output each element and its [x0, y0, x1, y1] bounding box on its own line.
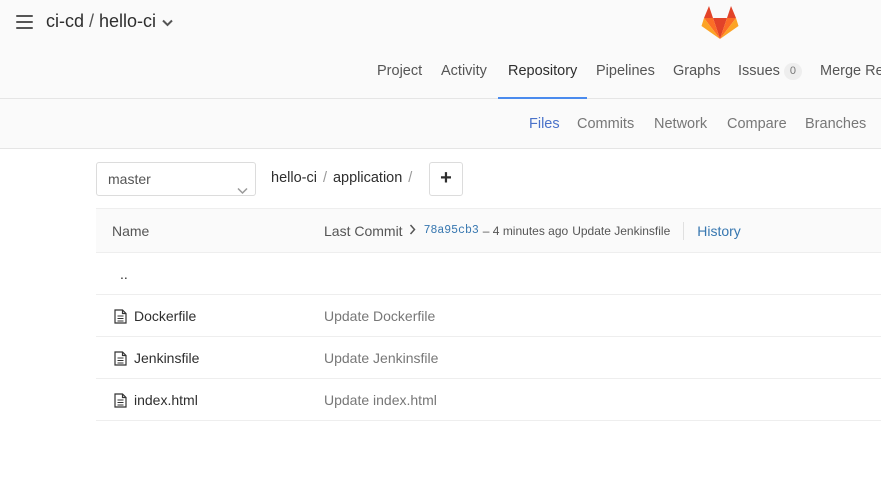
project-nav: Project Activity Repository Pipelines Gr… — [0, 48, 881, 99]
nav-repository[interactable]: Repository — [498, 48, 588, 99]
group-name[interactable]: ci-cd — [46, 11, 84, 32]
last-commit-header: Last Commit 78a95cb3 – 4 minutes ago Upd… — [324, 209, 741, 253]
file-path-breadcrumb: hello-ci / application / — [271, 170, 418, 186]
nav-activity[interactable]: Activity — [441, 48, 487, 99]
top-header: ci-cd / hello-ci Project Activity Reposi… — [0, 0, 881, 99]
plus-icon: + — [440, 167, 452, 189]
commit-message-link[interactable]: Update Jenkinsfile — [572, 209, 670, 253]
file-name: Dockerfile — [134, 308, 197, 324]
branch-select-value: master — [108, 171, 151, 187]
file-name: index.html — [134, 392, 198, 408]
file-commit-message[interactable]: Update Dockerfile — [324, 295, 435, 337]
subnav-network[interactable]: Network — [654, 99, 707, 149]
file-icon — [114, 392, 127, 408]
subnav-branches[interactable]: Branches — [805, 99, 866, 149]
divider — [683, 222, 685, 240]
file-commit-message[interactable]: Update Jenkinsfile — [324, 337, 438, 379]
commit-time: – 4 minutes ago — [482, 224, 569, 238]
table-row[interactable]: Jenkinsfile Update Jenkinsfile — [96, 337, 881, 379]
project-breadcrumb[interactable]: ci-cd / hello-ci — [46, 11, 173, 32]
chevron-right-icon — [409, 209, 416, 253]
path-dir-link[interactable]: application — [333, 170, 402, 186]
file-icon — [114, 350, 127, 366]
file-link[interactable]: Jenkinsfile — [114, 337, 199, 379]
chevron-down-icon[interactable] — [162, 16, 173, 30]
repository-subnav: Files Commits Network Compare Branches — [0, 99, 881, 149]
gitlab-logo-icon[interactable] — [701, 4, 739, 40]
breadcrumb-separator: / — [89, 11, 95, 31]
parent-directory-link[interactable]: .. — [120, 253, 128, 295]
file-commit-message[interactable]: Update index.html — [324, 379, 437, 421]
file-icon — [114, 308, 127, 324]
subnav-commits[interactable]: Commits — [577, 99, 634, 149]
table-row[interactable]: .. — [96, 253, 881, 295]
nav-pipelines[interactable]: Pipelines — [596, 48, 655, 99]
table-row[interactable]: index.html Update index.html — [96, 379, 881, 421]
nav-issues-label: Issues — [738, 63, 780, 79]
project-name[interactable]: hello-ci — [99, 11, 156, 32]
subnav-files[interactable]: Files — [529, 99, 560, 149]
hamburger-icon[interactable] — [16, 15, 33, 29]
nav-graphs[interactable]: Graphs — [673, 48, 721, 99]
path-root-link[interactable]: hello-ci — [271, 170, 317, 186]
commit-sha-link[interactable]: 78a95cb3 — [424, 209, 479, 253]
file-link[interactable]: index.html — [114, 379, 198, 421]
nav-project[interactable]: Project — [377, 48, 422, 99]
tree-header: Name Last Commit 78a95cb3 – 4 minutes ag… — [96, 208, 881, 253]
subnav-compare[interactable]: Compare — [727, 99, 787, 149]
path-separator: / — [322, 170, 327, 186]
history-link[interactable]: History — [697, 209, 741, 253]
file-link[interactable]: Dockerfile — [114, 295, 196, 337]
file-name: Jenkinsfile — [134, 350, 200, 366]
column-name-header: Name — [112, 223, 150, 239]
issues-count-badge: 0 — [783, 63, 803, 80]
nav-issues[interactable]: Issues 0 — [738, 48, 803, 99]
path-separator: / — [408, 170, 413, 186]
chevron-down-icon — [237, 174, 248, 195]
add-file-button[interactable]: + — [429, 162, 463, 196]
table-row[interactable]: Dockerfile Update Dockerfile — [96, 295, 881, 337]
branch-select[interactable]: master — [96, 162, 256, 196]
nav-merge-requests[interactable]: Merge Req — [820, 48, 881, 99]
last-commit-label: Last Commit — [324, 223, 403, 239]
